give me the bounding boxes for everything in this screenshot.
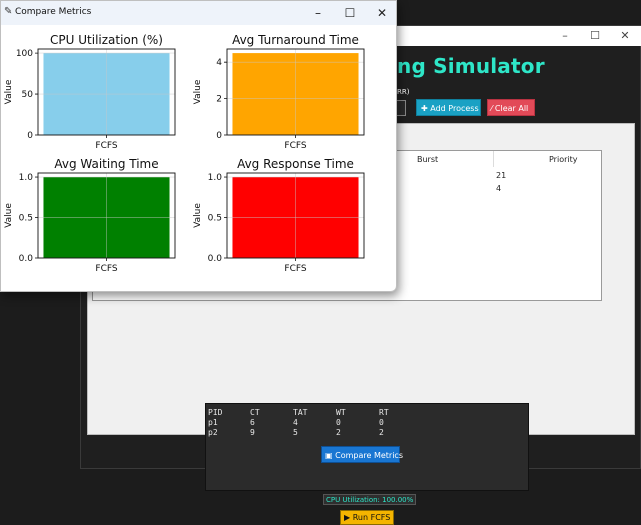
run-fcfs-label: Run FCFS bbox=[352, 513, 391, 522]
console-cell: p2 bbox=[208, 428, 218, 437]
console-header: TAT bbox=[293, 408, 308, 417]
console-cell: 0 bbox=[336, 418, 341, 427]
y-tick-label: 50 bbox=[22, 90, 34, 100]
close-button[interactable]: ✕ bbox=[367, 1, 396, 25]
console-cell: 2 bbox=[336, 428, 341, 437]
console-cell: p1 bbox=[208, 418, 218, 427]
y-tick-label: 0.0 bbox=[208, 254, 223, 264]
compare-metrics-button[interactable]: ▣ Compare Metrics bbox=[321, 446, 403, 463]
play-icon: ▶ bbox=[344, 513, 351, 522]
column-separator bbox=[493, 151, 494, 167]
plus-icon: ✚ bbox=[421, 104, 428, 113]
console-cell: 2 bbox=[379, 428, 384, 437]
priority-cell: 21 bbox=[496, 171, 507, 180]
chart-title: Avg Turnaround Time bbox=[232, 33, 359, 47]
console-row: p2 9 5 2 2 bbox=[206, 428, 530, 438]
y-tick-label: 0 bbox=[216, 131, 222, 141]
y-tick-label: 0.5 bbox=[19, 214, 33, 224]
y-tick-label: 100 bbox=[16, 49, 33, 59]
algorithm-select-fragment[interactable] bbox=[397, 100, 406, 116]
feather-icon: ✎ bbox=[4, 6, 13, 17]
y-axis-label: Value bbox=[193, 79, 203, 104]
y-tick-label: 1.0 bbox=[208, 173, 223, 183]
cpu-utilization-label: CPU Utilization: 100.00% bbox=[323, 494, 417, 505]
console-cell: 9 bbox=[250, 428, 255, 437]
column-header-priority: Priority bbox=[549, 155, 578, 164]
console-cell: 6 bbox=[250, 418, 255, 427]
maximize-button[interactable]: ☐ bbox=[335, 1, 365, 25]
metrics-charts: CPU Utilization (%) FCFS 0 50 100 Value Avg Tu… bbox=[4, 33, 365, 274]
x-tick-label: FCFS bbox=[284, 264, 306, 274]
add-process-label: Add Process bbox=[430, 104, 479, 113]
y-tick-label: 1.0 bbox=[19, 173, 34, 183]
console-header: RT bbox=[379, 408, 389, 417]
compare-metrics-label: Compare Metrics bbox=[335, 451, 403, 460]
console-cell: 5 bbox=[293, 428, 298, 437]
console-header-row: PID CT TAT WT RT bbox=[206, 408, 530, 418]
compare-window-title: Compare Metrics bbox=[15, 7, 92, 17]
y-tick-label: 0.0 bbox=[19, 254, 34, 264]
console-header: WT bbox=[336, 408, 346, 417]
column-header-burst: Burst bbox=[417, 155, 439, 164]
add-process-button[interactable]: ✚ Add Process bbox=[416, 99, 481, 116]
chart-icon: ▣ bbox=[325, 451, 333, 460]
x-tick-label: FCFS bbox=[95, 264, 117, 274]
broom-icon: ⁄ bbox=[491, 104, 493, 113]
chart-title: Avg Response Time bbox=[237, 157, 354, 171]
x-tick-label: FCFS bbox=[95, 141, 117, 151]
compare-metrics-window: ✎ Compare Metrics – ☐ ✕ CPU Utilization … bbox=[0, 0, 397, 292]
algorithm-label-fragment: RR) bbox=[397, 88, 410, 96]
y-axis-label: Value bbox=[4, 203, 14, 228]
minimize-button[interactable]: – bbox=[303, 1, 333, 25]
console-header: PID bbox=[208, 408, 223, 417]
clear-all-button[interactable]: ⁄ Clear All bbox=[487, 99, 535, 116]
y-tick-label: 2 bbox=[216, 95, 222, 105]
y-axis-label: Value bbox=[193, 203, 203, 228]
simulator-close-button[interactable]: ✕ bbox=[607, 26, 641, 46]
compare-titlebar[interactable]: ✎ Compare Metrics – ☐ ✕ bbox=[1, 1, 396, 25]
chart-title: Avg Waiting Time bbox=[54, 157, 158, 171]
y-tick-label: 0 bbox=[27, 131, 33, 141]
y-axis-label: Value bbox=[4, 79, 14, 104]
y-tick-label: 4 bbox=[216, 58, 222, 68]
priority-cell: 4 bbox=[496, 184, 502, 193]
clear-all-label: Clear All bbox=[494, 104, 529, 113]
chart-title: CPU Utilization (%) bbox=[50, 33, 163, 47]
console-cell: 4 bbox=[293, 418, 298, 427]
simulator-heading: ng Simulator bbox=[397, 54, 545, 78]
console-row: p1 6 4 0 0 bbox=[206, 418, 530, 428]
x-tick-label: FCFS bbox=[284, 141, 306, 151]
run-fcfs-button[interactable]: ▶ Run FCFS bbox=[340, 510, 394, 525]
y-tick-label: 0.5 bbox=[208, 214, 222, 224]
console-cell: 0 bbox=[379, 418, 384, 427]
console-header: CT bbox=[250, 408, 260, 417]
